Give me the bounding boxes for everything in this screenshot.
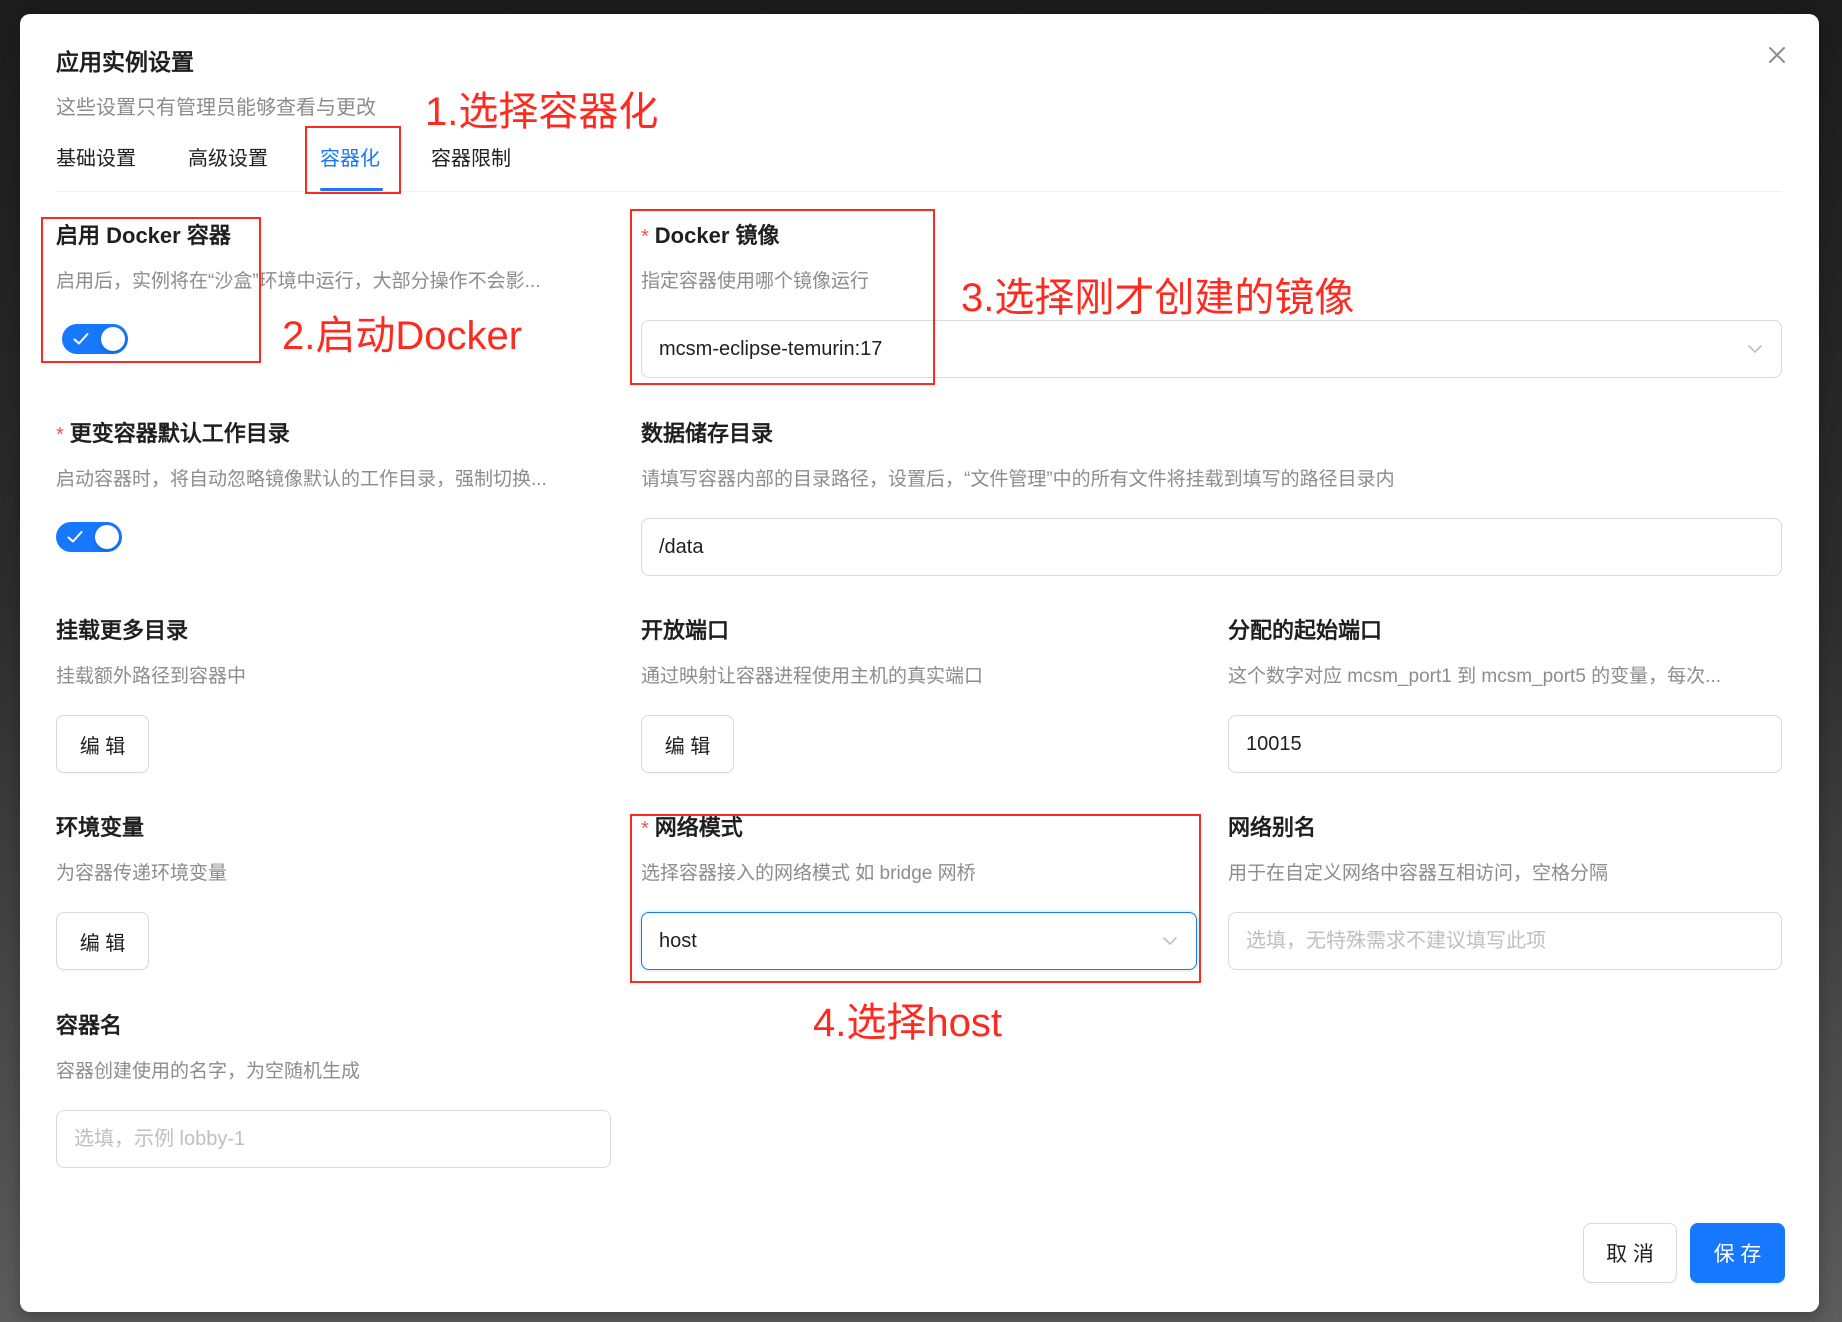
tab-bar: 基础设置 高级设置 容器化 容器限制 <box>56 145 1782 192</box>
annotation-step1: 1.选择容器化 <box>425 90 659 134</box>
form-item-extra-mounts: 挂载更多目录 挂载额外路径到容器中 编 辑 <box>56 617 611 773</box>
network-alias-input[interactable] <box>1228 912 1782 970</box>
field-label: 分配的起始端口 <box>1228 617 1782 645</box>
field-label: * 更变容器默认工作目录 <box>56 420 611 448</box>
field-label-text: 网络别名 <box>1228 815 1317 840</box>
select-value: mcsm-eclipse-temurin:17 <box>659 337 883 360</box>
field-label-text: 容器名 <box>56 1013 123 1038</box>
dialog-title: 应用实例设置 <box>56 49 194 75</box>
field-label: * Docker 镜像 <box>641 222 1782 250</box>
change-workdir-switch[interactable] <box>56 522 122 552</box>
close-icon <box>1769 47 1785 63</box>
field-label-text: 数据储存目录 <box>641 421 774 446</box>
form-item-env: 环境变量 为容器传递环境变量 编 辑 <box>56 814 611 970</box>
field-label-text: Docker 镜像 <box>654 223 780 248</box>
required-mark: * <box>641 226 649 248</box>
active-tab-indicator <box>320 188 383 191</box>
switch-knob <box>95 525 119 549</box>
save-button[interactable]: 保 存 <box>1690 1223 1785 1283</box>
form-item-ports: 开放端口 通过映射让容器进程使用主机的真实端口 编 辑 <box>641 617 1197 773</box>
edit-mounts-button[interactable]: 编 辑 <box>56 715 149 773</box>
select-value: host <box>659 929 697 952</box>
chevron-down-icon <box>1748 345 1762 353</box>
field-label-text: 网络模式 <box>654 815 743 840</box>
tab-containerization[interactable]: 容器化 <box>320 145 380 173</box>
field-label: 数据储存目录 <box>641 420 1782 448</box>
field-label-text: 环境变量 <box>56 815 145 840</box>
field-label-text: 更变容器默认工作目录 <box>69 421 290 446</box>
close-button[interactable] <box>1765 43 1789 67</box>
edit-ports-button[interactable]: 编 辑 <box>641 715 734 773</box>
chevron-down-icon <box>1163 937 1177 945</box>
required-mark: * <box>56 424 64 446</box>
edit-env-button[interactable]: 编 辑 <box>56 912 149 970</box>
annotation-step4: 4.选择host <box>813 1001 1002 1045</box>
form-item-change-workdir: * 更变容器默认工作目录 启动容器时，将自动忽略镜像默认的工作目录，强制切换... <box>56 420 611 552</box>
field-label: 挂载更多目录 <box>56 617 611 645</box>
field-description: 选择容器接入的网络模式 如 bridge 网桥 <box>641 863 976 884</box>
container-name-input[interactable] <box>56 1110 611 1168</box>
form-item-docker-image: * Docker 镜像 指定容器使用哪个镜像运行 mcsm-eclipse-tem… <box>641 222 1782 378</box>
check-icon <box>73 333 89 345</box>
field-description: 挂载额外路径到容器中 <box>56 666 247 687</box>
tab-container-limits[interactable]: 容器限制 <box>431 145 511 173</box>
field-label-text: 挂载更多目录 <box>56 618 189 643</box>
field-label: 启用 Docker 容器 <box>56 222 611 250</box>
check-icon <box>67 531 83 543</box>
field-description: 指定容器使用哪个镜像运行 <box>641 271 870 292</box>
field-label: 网络别名 <box>1228 814 1782 842</box>
docker-image-select[interactable]: mcsm-eclipse-temurin:17 <box>641 320 1782 378</box>
field-description: 容器创建使用的名字，为空随机生成 <box>56 1061 361 1082</box>
form-item-network-alias: 网络别名 用于在自定义网络中容器互相访问，空格分隔 <box>1228 814 1782 970</box>
field-description: 启动容器时，将自动忽略镜像默认的工作目录，强制切换... <box>56 469 547 490</box>
field-label: 环境变量 <box>56 814 611 842</box>
tab-advanced-settings[interactable]: 高级设置 <box>188 145 268 173</box>
field-description: 这个数字对应 mcsm_port1 到 mcsm_port5 的变量，每次... <box>1228 666 1722 687</box>
tab-basic-settings[interactable]: 基础设置 <box>56 145 136 173</box>
form-item-network-mode: * 网络模式 选择容器接入的网络模式 如 bridge 网桥 host <box>641 814 1197 970</box>
form-item-data-dir: 数据储存目录 请填写容器内部的目录路径，设置后，“文件管理”中的所有文件将挂载到… <box>641 420 1782 576</box>
field-label: 容器名 <box>56 1012 611 1040</box>
docker-enable-switch[interactable] <box>62 324 128 354</box>
data-dir-input[interactable] <box>641 518 1782 576</box>
required-mark: * <box>641 818 649 840</box>
form-item-docker-enable: 启用 Docker 容器 启用后，实例将在“沙盒”环境中运行，大部分操作不会影.… <box>56 222 611 354</box>
switch-knob <box>101 327 125 351</box>
form-item-start-port: 分配的起始端口 这个数字对应 mcsm_port1 到 mcsm_port5 的… <box>1228 617 1782 773</box>
field-description: 为容器传递环境变量 <box>56 863 228 884</box>
field-label-text: 开放端口 <box>641 618 730 643</box>
start-port-input[interactable] <box>1228 715 1782 773</box>
instance-settings-dialog: 应用实例设置 这些设置只有管理员能够查看与更改 基础设置 高级设置 容器化 容器… <box>20 14 1819 1312</box>
field-label: 开放端口 <box>641 617 1197 645</box>
field-description: 启用后，实例将在“沙盒”环境中运行，大部分操作不会影... <box>56 271 541 292</box>
field-description: 请填写容器内部的目录路径，设置后，“文件管理”中的所有文件将挂载到填写的路径目录… <box>641 469 1395 490</box>
field-description: 通过映射让容器进程使用主机的真实端口 <box>641 666 984 687</box>
cancel-button[interactable]: 取 消 <box>1583 1223 1677 1283</box>
field-label: * 网络模式 <box>641 814 1197 842</box>
dialog-subtitle: 这些设置只有管理员能够查看与更改 <box>56 97 376 119</box>
field-description: 用于在自定义网络中容器互相访问，空格分隔 <box>1228 863 1609 884</box>
field-label-text: 启用 Docker 容器 <box>56 223 231 248</box>
field-label-text: 分配的起始端口 <box>1228 618 1383 643</box>
network-mode-select[interactable]: host <box>641 912 1197 970</box>
form-item-container-name: 容器名 容器创建使用的名字，为空随机生成 <box>56 1012 611 1168</box>
